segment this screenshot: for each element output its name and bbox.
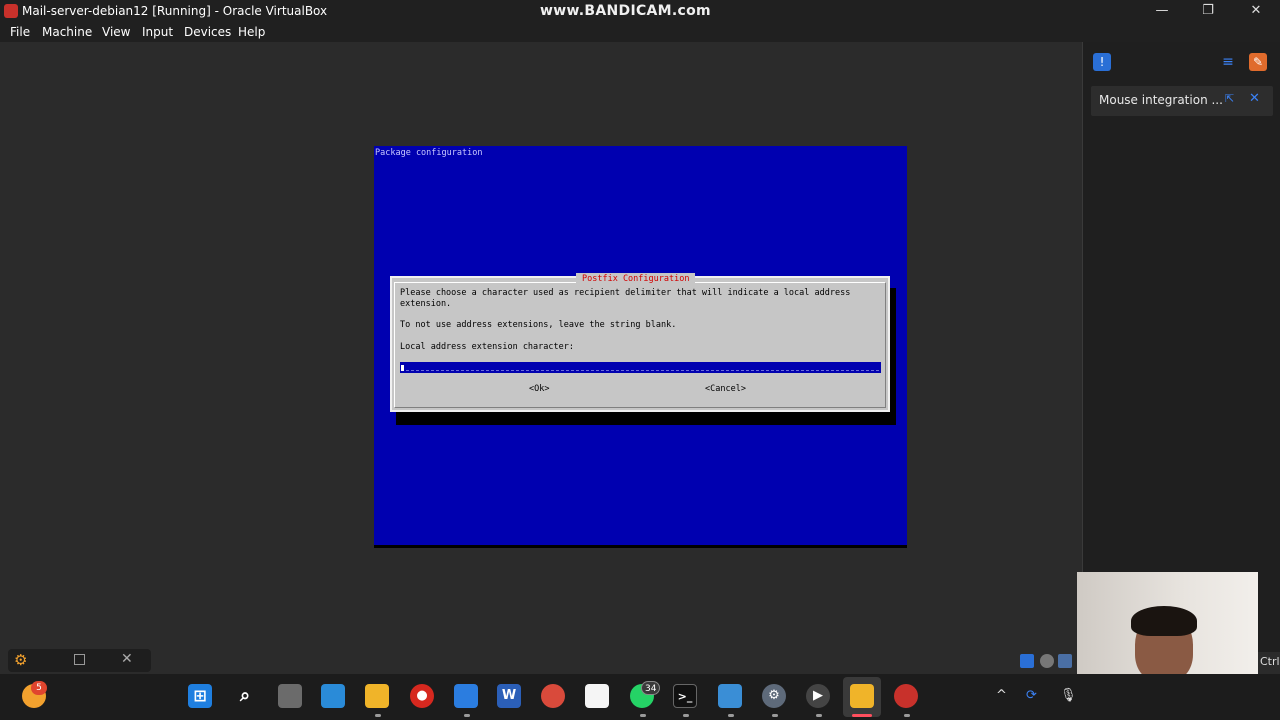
network-status-icon[interactable] [1058,654,1072,668]
clear-notifications-icon[interactable]: ✎ [1249,53,1267,71]
bandicam-taskbar-icon[interactable] [894,684,918,708]
guest-backtitle: Package configuration [375,148,483,158]
menu-help[interactable]: Help [238,25,265,39]
extension-character-input[interactable] [400,362,881,373]
sync-icon[interactable]: ⟳ [1026,688,1037,703]
menu-view[interactable]: View [102,25,130,39]
bandicam-mini-widget[interactable]: ⚙ ✕ [8,649,151,672]
usb-status-icon[interactable] [1020,654,1034,668]
virtualbox-app-icon [4,4,18,18]
gear-icon[interactable]: ⚙ [14,651,27,669]
close-button[interactable]: ✕ [1246,2,1266,20]
vscode-icon[interactable] [454,684,478,708]
mouse-integration-notification[interactable]: Mouse integration ... ⇱ ✕ [1091,86,1273,116]
remote-desktop-icon[interactable] [718,684,742,708]
calendar-icon[interactable] [585,684,609,708]
explorer-running-dot [375,714,381,717]
tray-overflow-chevron[interactable]: ^ [996,688,1007,703]
menu-file[interactable]: File [10,25,30,39]
notification-center-icon[interactable]: ! [1093,53,1111,71]
sort-icon[interactable]: ≡ [1219,53,1237,71]
microphone-icon[interactable]: 🎙 [1060,688,1077,703]
text-cursor [401,365,404,371]
maximize-square-icon[interactable] [74,654,85,665]
dialog-text-line2: extension. [400,299,452,309]
store-icon[interactable] [321,684,345,708]
record-icon[interactable]: ● [410,684,434,708]
weather-badge: 5 [31,681,47,695]
host-key-label: Ctrl [1260,655,1280,668]
chrome-icon[interactable] [541,684,565,708]
bandicam-running-dot [904,714,910,717]
word-icon[interactable]: W [497,684,521,708]
windows-start-icon[interactable]: ⊞ [188,684,212,708]
pin-icon[interactable]: ⇱ [1225,92,1234,105]
input-underline [406,370,879,371]
media-player-icon[interactable]: ▶ [806,684,830,708]
notification-close-icon[interactable]: ✕ [1249,91,1260,106]
settings-icon[interactable]: ⚙ [762,684,786,708]
menu-bar: File Machine View Input Devices Help [0,22,1280,42]
person-hair [1131,606,1197,636]
widget-close-icon[interactable]: ✕ [121,651,133,667]
screen: Mail-server-debian12 [Running] - Oracle … [0,0,1280,720]
dialog-title: Postfix Configuration [576,273,696,285]
ok-button[interactable]: <Ok> [529,384,549,394]
settings-running-dot [772,714,778,717]
dialog-prompt: Local address extension character: [400,342,574,352]
menu-input[interactable]: Input [142,25,173,39]
notification-panel: ! ≡ ✎ Mouse integration ... ⇱ ✕ [1082,42,1280,652]
bandicam-watermark: www.BANDICAM.com [540,3,711,19]
rdp-running-dot [728,714,734,717]
dialog-text-line3: To not use address extensions, leave the… [400,320,677,330]
file-explorer-icon[interactable] [365,684,389,708]
title-bar: Mail-server-debian12 [Running] - Oracle … [0,0,1280,22]
cancel-button[interactable]: <Cancel> [705,384,746,394]
task-view-icon[interactable] [278,684,302,708]
search-icon[interactable]: ⌕ [233,684,257,708]
menu-machine[interactable]: Machine [42,25,92,39]
vscode-running-dot [464,714,470,717]
whatsapp-running-dot [640,714,646,717]
menu-devices[interactable]: Devices [184,25,231,39]
terminal-icon[interactable]: >_ [673,684,697,708]
whatsapp-badge: 34 [641,681,661,695]
dialog-text-line1: Please choose a character used as recipi… [400,288,851,298]
status-strip [0,652,1077,672]
optical-drive-icon[interactable] [1040,654,1054,668]
virtualbox-taskbar-icon[interactable] [850,684,874,708]
minimize-button[interactable]: — [1152,2,1172,20]
postfix-dialog: Postfix Configuration Please choose a ch… [390,273,890,412]
restore-button[interactable]: ❐ [1198,2,1218,20]
notification-label: Mouse integration ... [1099,93,1223,107]
terminal-running-dot [683,714,689,717]
player-running-dot [816,714,822,717]
window-title: Mail-server-debian12 [Running] - Oracle … [22,4,328,18]
active-app-indicator [852,714,872,717]
